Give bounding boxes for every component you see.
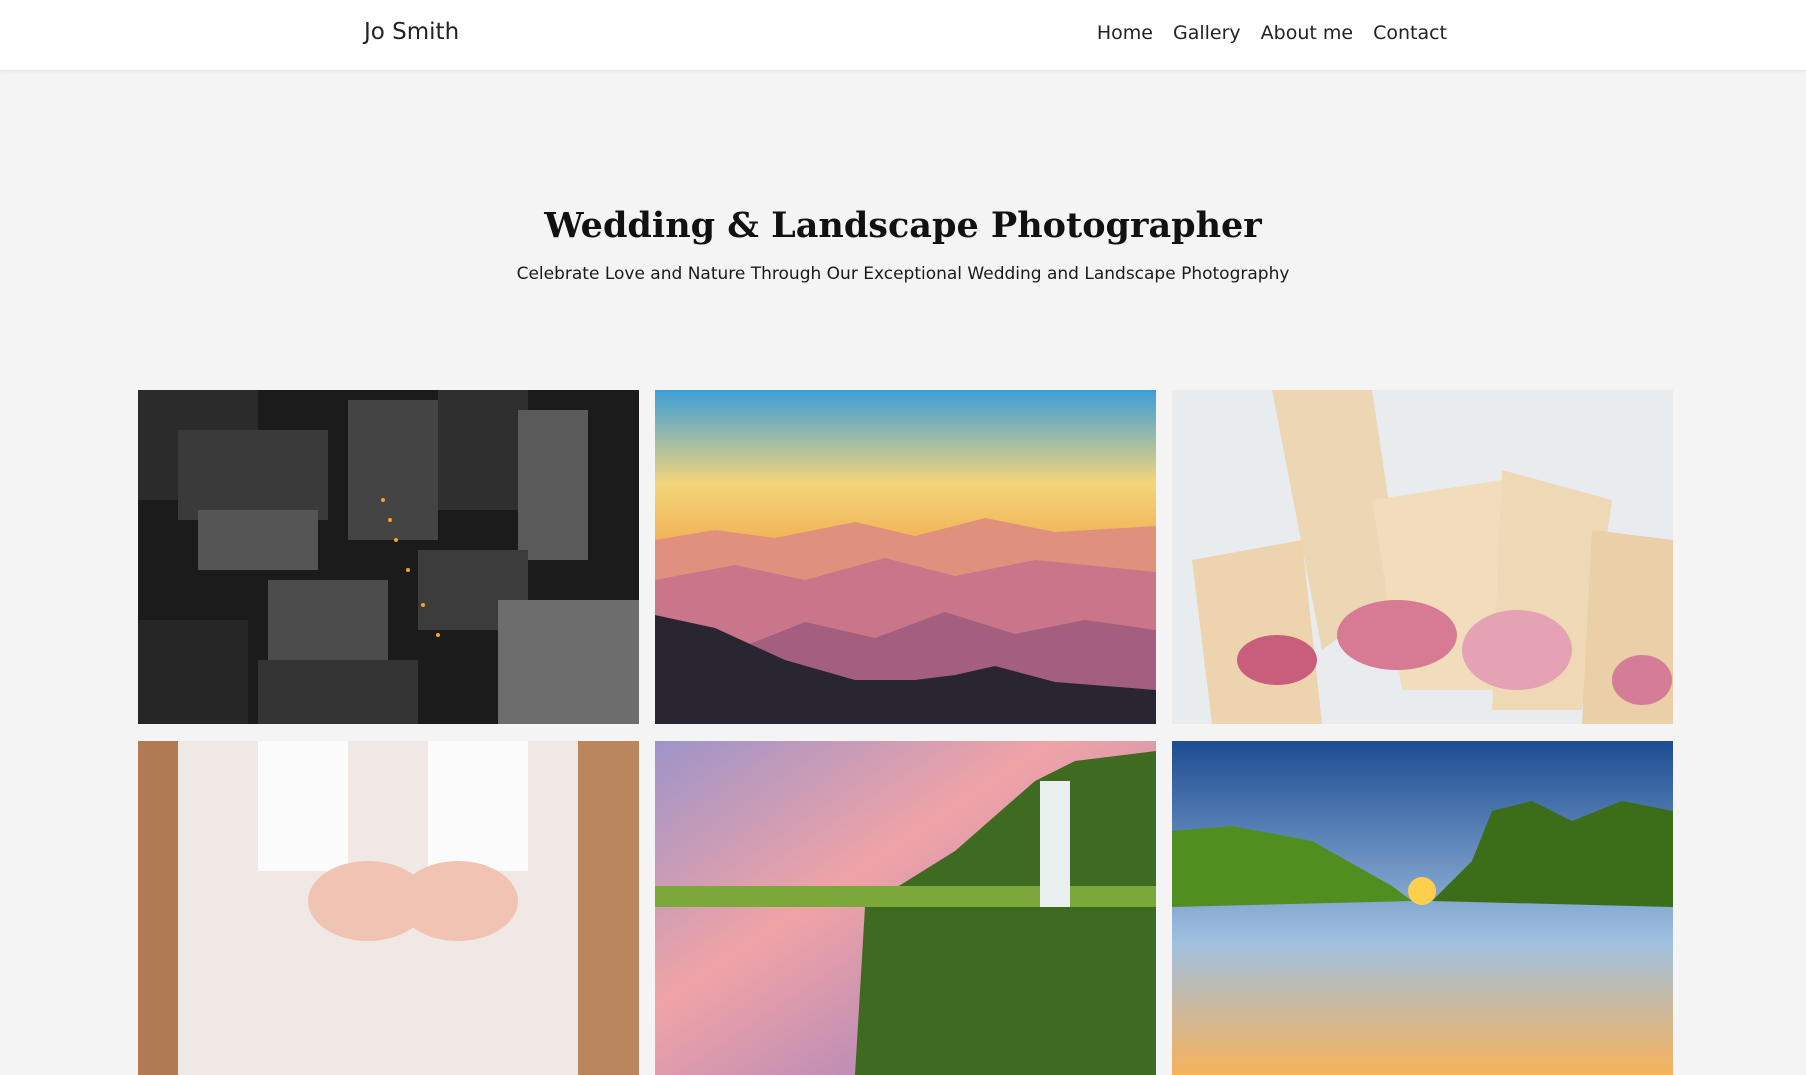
gallery-photo-mountain-sunset[interactable]	[655, 390, 1156, 724]
nav-contact[interactable]: Contact	[1373, 22, 1447, 44]
hero-subtitle: Celebrate Love and Nature Through Our Ex…	[516, 264, 1290, 284]
gallery-photo-confetti-cones[interactable]	[1172, 390, 1673, 724]
brand-logo-link[interactable]: Jo Smith	[364, 19, 459, 45]
main-nav: Home Gallery About me Contact	[1097, 22, 1447, 44]
hero-title: Wedding & Landscape Photographer	[544, 205, 1262, 246]
site-header: Jo Smith Home Gallery About me Contact	[0, 0, 1806, 71]
gallery-photo-green-valley-sunset[interactable]	[1172, 741, 1673, 1075]
gallery-photo-city-aerial[interactable]	[138, 390, 639, 724]
gallery-photo-waterfall[interactable]	[655, 741, 1156, 1075]
nav-about[interactable]: About me	[1261, 22, 1353, 44]
nav-gallery[interactable]: Gallery	[1173, 22, 1241, 44]
nav-home[interactable]: Home	[1097, 22, 1153, 44]
gallery-photo-bride-hands[interactable]	[138, 741, 639, 1075]
